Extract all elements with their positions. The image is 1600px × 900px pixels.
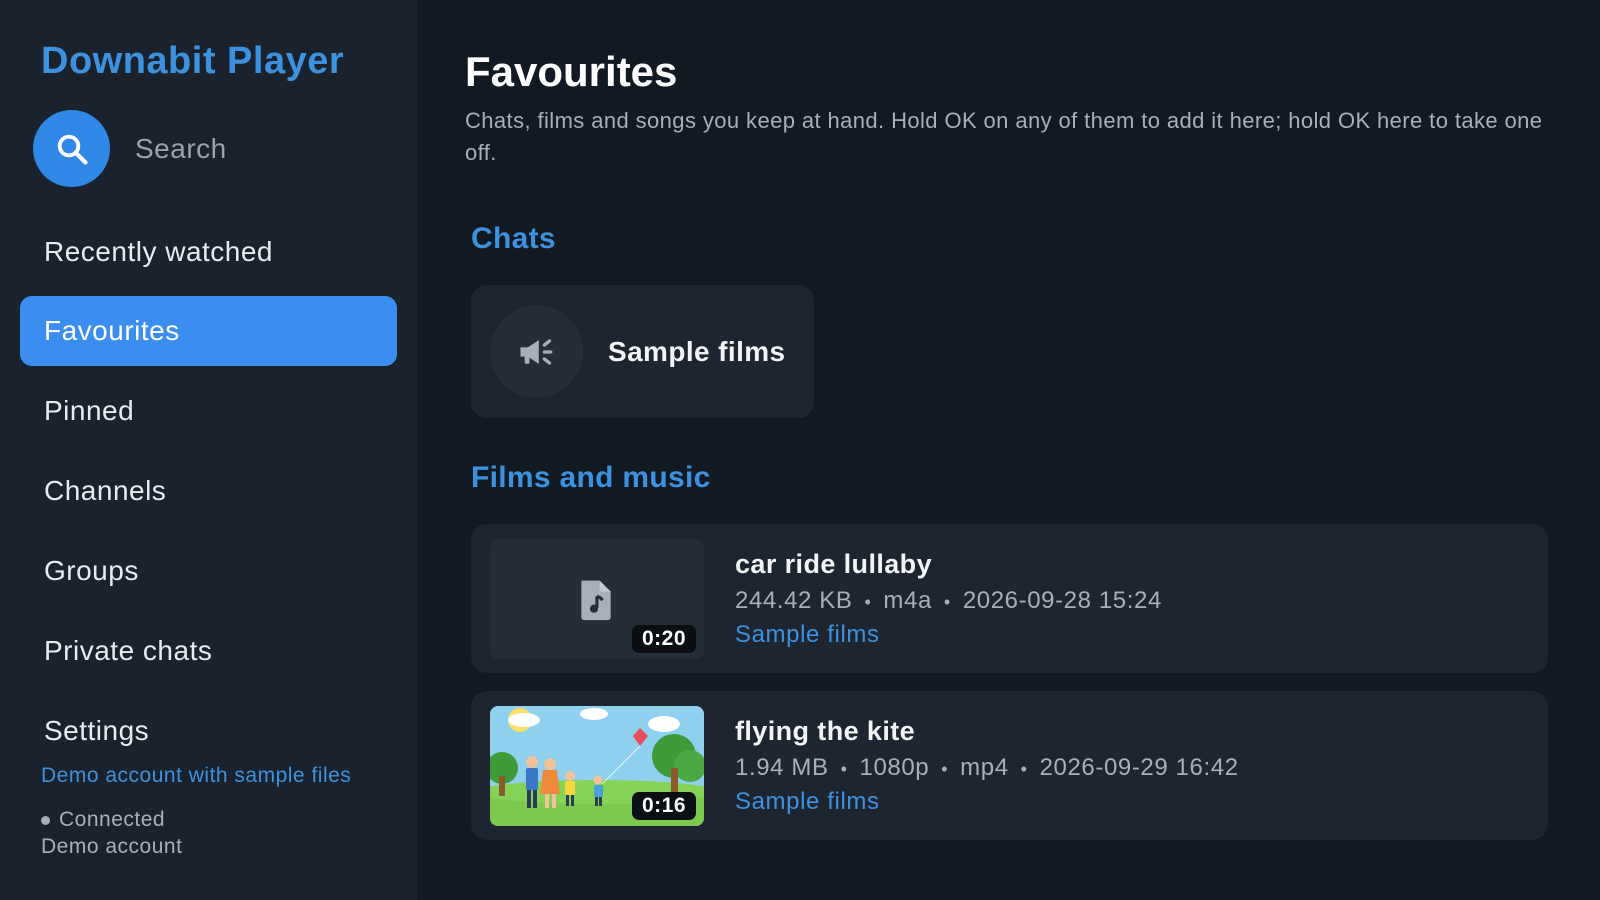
file-date: 2026-09-28 15:24 [962, 587, 1162, 614]
media-meta: 244.42 KB • m4a • 2026-09-28 15:24 [735, 587, 1162, 614]
file-date: 2026-09-29 16:42 [1039, 754, 1239, 781]
media-item-flying-the-kite[interactable]: 0:16 flying the kite 1.94 MB • 1080p • mp4 • 2… [471, 691, 1548, 840]
sidebar-item-label: Pinned [44, 395, 135, 426]
search-button[interactable] [33, 110, 110, 187]
account-name: Demo account [41, 835, 183, 858]
status-dot-icon [41, 815, 50, 825]
sidebar-item-label: Groups [44, 555, 139, 586]
media-thumbnail: 0:20 [490, 539, 704, 659]
audio-file-icon [581, 580, 611, 621]
file-format: mp4 [960, 754, 1009, 781]
sidebar-item-label: Settings [44, 715, 150, 746]
file-size: 244.42 KB [735, 587, 853, 614]
sidebar-item-settings[interactable]: Settings [20, 696, 397, 766]
sidebar-item-recently-watched[interactable]: Recently watched [20, 217, 397, 287]
demo-account-link[interactable]: Demo account with sample files [41, 764, 351, 788]
chats-heading: Chats [471, 222, 556, 255]
connection-status: Connected [41, 808, 165, 832]
chat-name: Sample films [608, 335, 786, 367]
search-row[interactable]: Search [33, 110, 227, 187]
duration-badge: 0:16 [631, 792, 696, 820]
chat-card-sample-films[interactable]: Sample films [471, 285, 814, 418]
duration-badge: 0:20 [631, 625, 696, 653]
sidebar-item-groups[interactable]: Groups [20, 536, 397, 606]
connection-status-text: Connected [59, 808, 166, 831]
sidebar-item-favourites[interactable]: Favourites [20, 296, 397, 366]
media-title: car ride lullaby [735, 549, 932, 579]
video-resolution: 1080p [859, 754, 930, 781]
sidebar-item-pinned[interactable]: Pinned [20, 376, 397, 446]
page-title: Favourites [465, 48, 678, 95]
app-title: Downabit Player [41, 40, 345, 82]
sidebar-item-private-chats[interactable]: Private chats [20, 616, 397, 686]
media-source-chat-link[interactable]: Sample films [735, 621, 880, 649]
media-source-chat-link[interactable]: Sample films [735, 788, 880, 816]
megaphone-icon [520, 338, 552, 365]
sidebar-item-label: Favourites [44, 315, 180, 346]
search-icon [57, 134, 88, 165]
media-item-car-ride-lullaby[interactable]: 0:20 car ride lullaby 244.42 KB • m4a • 2026… [471, 524, 1548, 673]
file-format: m4a [883, 587, 932, 614]
films-and-music-heading: Films and music [471, 461, 711, 494]
media-title: flying the kite [735, 716, 916, 746]
sidebar-item-label: Channels [44, 475, 167, 506]
sidebar-item-channels[interactable]: Channels [20, 456, 397, 526]
chat-avatar [490, 305, 583, 398]
page-description: Chats, films and songs you keep at hand.… [465, 108, 1543, 165]
media-thumbnail: 0:16 [490, 706, 704, 826]
media-meta: 1.94 MB • 1080p • mp4 • 2026-09-29 16:42 [735, 754, 1239, 781]
sidebar-item-label: Recently watched [44, 236, 274, 267]
sidebar-item-label: Private chats [44, 635, 213, 666]
search-label: Search [135, 132, 227, 164]
sidebar: Downabit Player Search Recently watched … [0, 0, 417, 900]
file-size: 1.94 MB [735, 754, 829, 781]
